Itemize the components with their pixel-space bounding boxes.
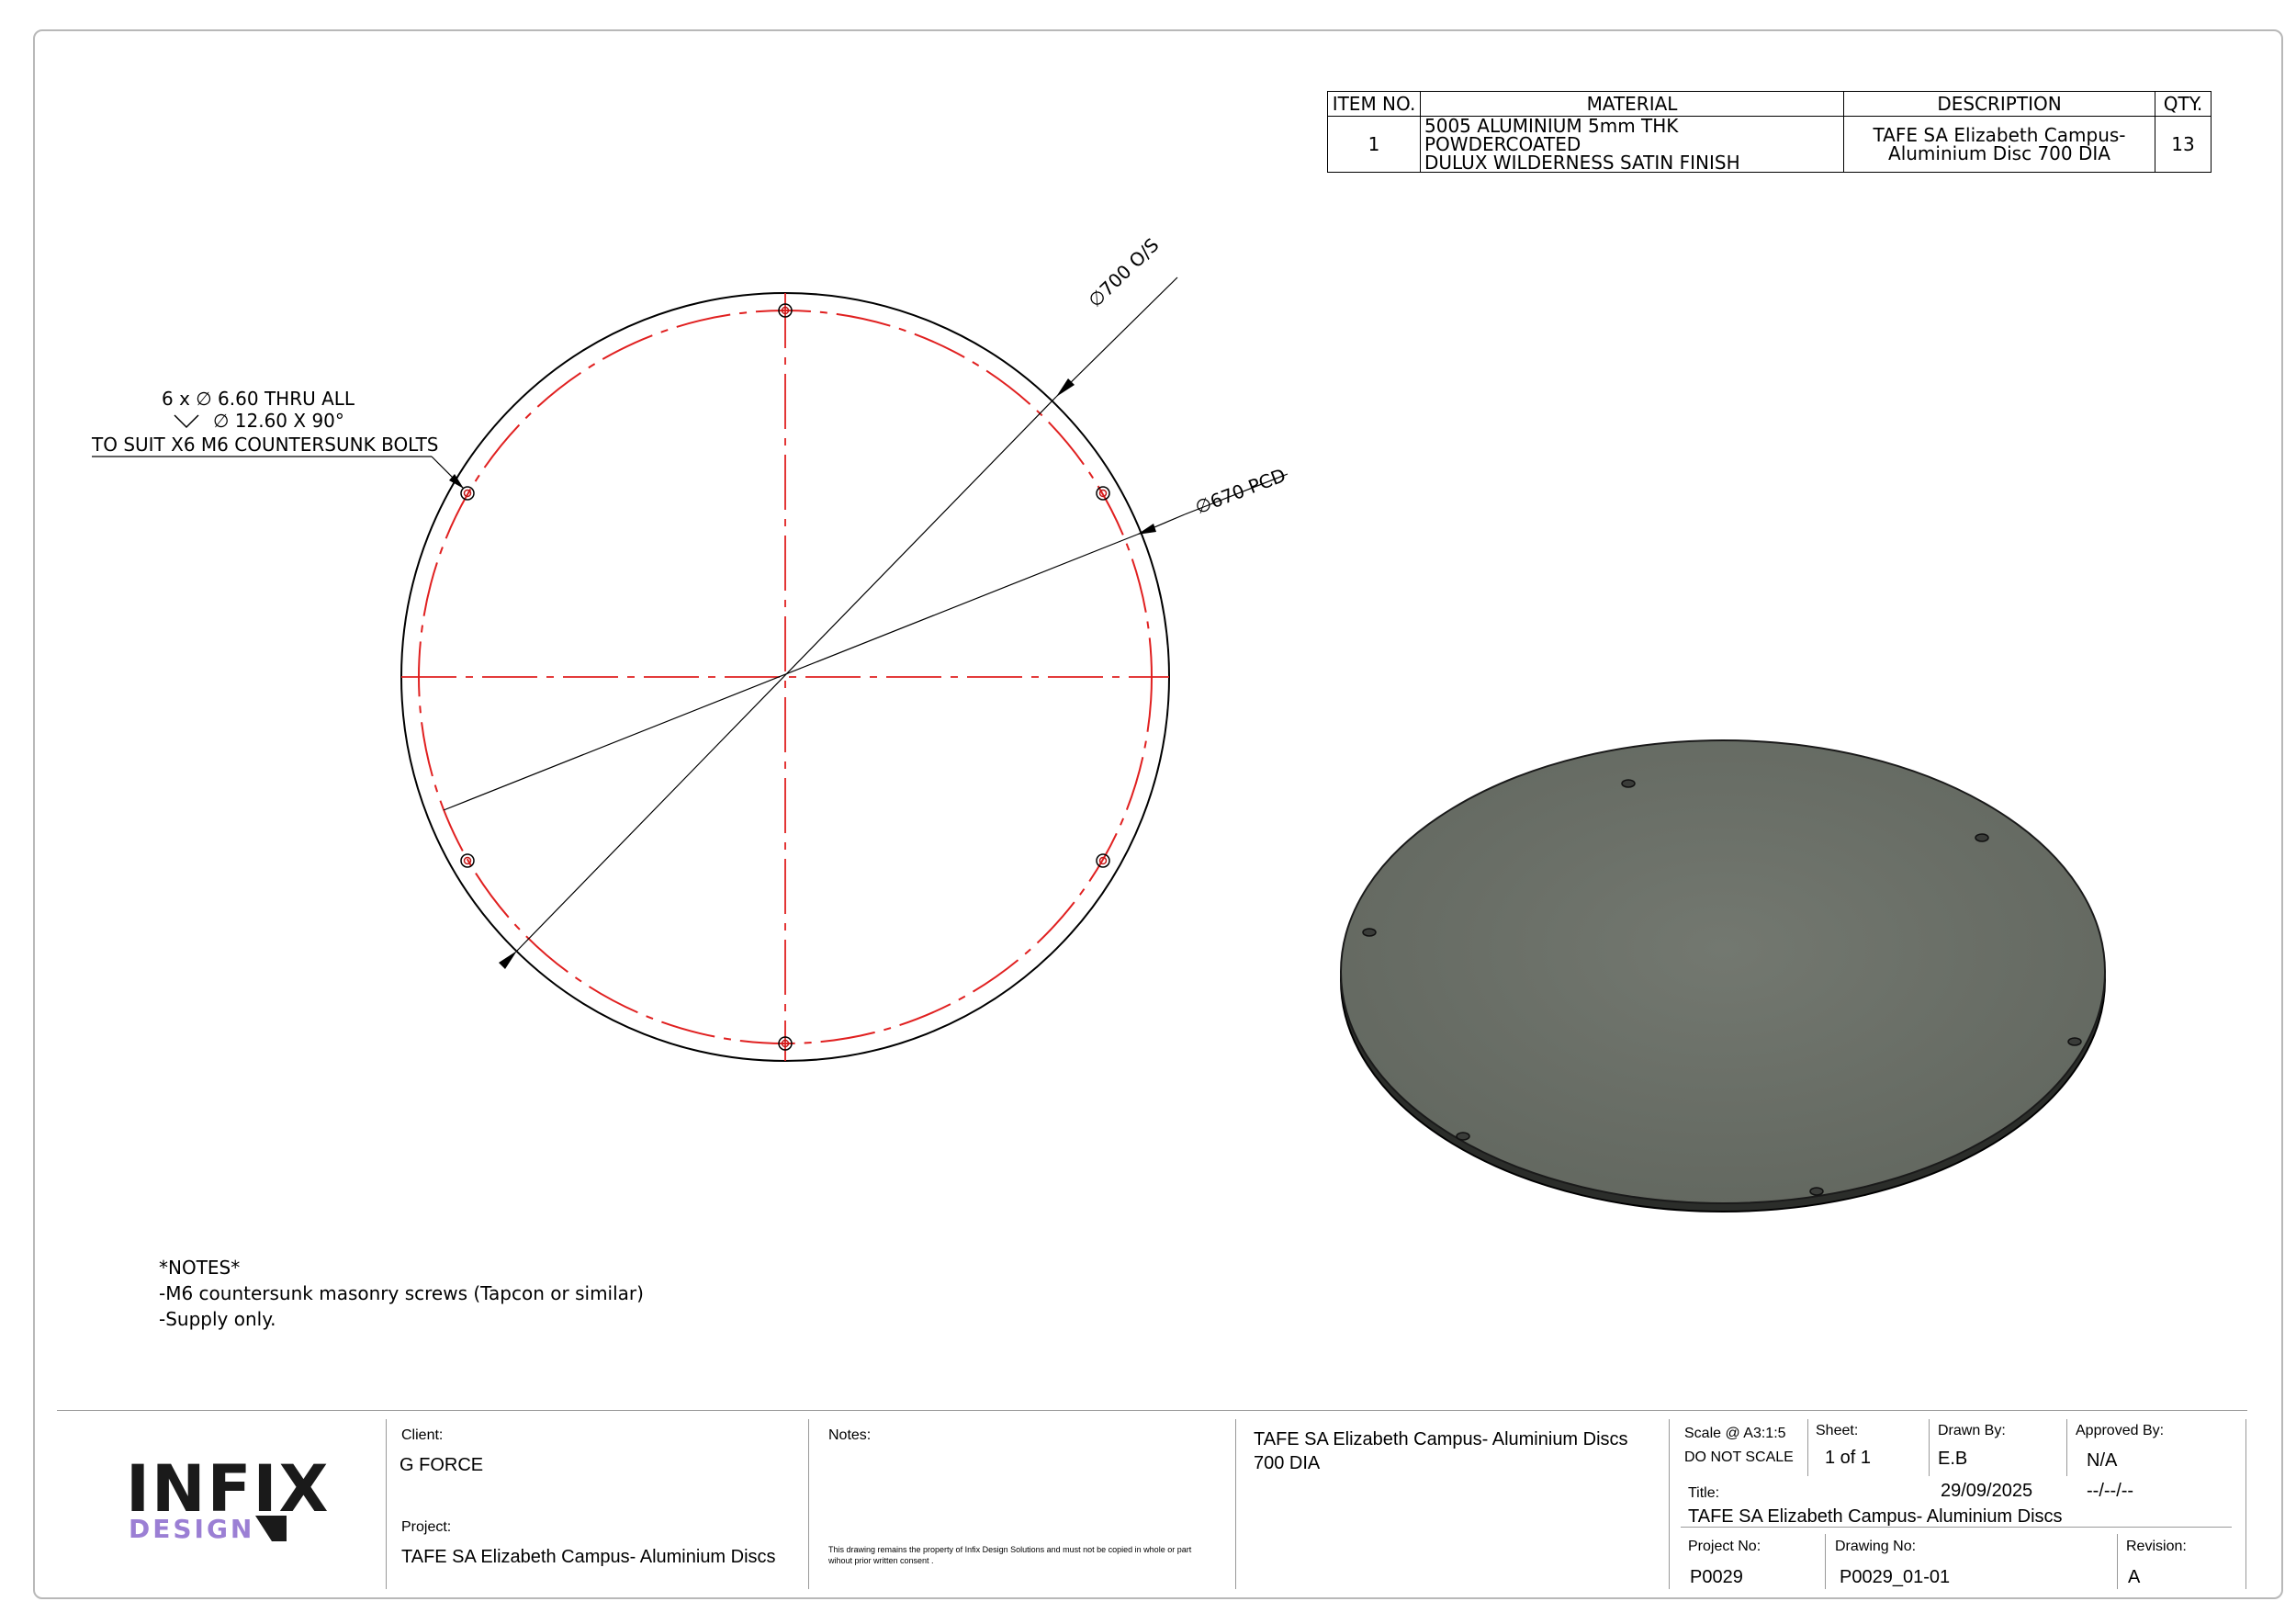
approved-by-value: N/A bbox=[2087, 1450, 2118, 1471]
sheet-label: Sheet: bbox=[1816, 1423, 1859, 1438]
notes-disclaimer: This drawing remains the property of Inf… bbox=[828, 1545, 1192, 1565]
scale-label: Scale @ A3:1:5 bbox=[1684, 1426, 1786, 1441]
do-not-scale-label: DO NOT SCALE bbox=[1684, 1449, 1794, 1465]
drawn-by-value: E.B bbox=[1938, 1449, 1968, 1469]
notes-label: Notes: bbox=[828, 1427, 872, 1443]
approved-by-label: Approved By: bbox=[2076, 1423, 2165, 1438]
sheet-value: 1 of 1 bbox=[1825, 1448, 1872, 1468]
project-label: Project: bbox=[401, 1519, 452, 1535]
project-no-label: Project No: bbox=[1688, 1539, 1761, 1554]
drawn-by-label: Drawn By: bbox=[1938, 1423, 2006, 1438]
revision-value: A bbox=[2128, 1567, 2141, 1587]
drawing-no-label: Drawing No: bbox=[1835, 1539, 1917, 1554]
project-no-value: P0029 bbox=[1690, 1567, 1743, 1587]
infix-logo-mark bbox=[255, 1516, 287, 1541]
drawing-no-value: P0029_01-01 bbox=[1840, 1567, 1951, 1587]
client-label: Client: bbox=[401, 1427, 444, 1443]
drawing-desc-line1: TAFE SA Elizabeth Campus- Aluminium Disc… bbox=[1254, 1429, 1628, 1449]
approved-date: --/--/-- bbox=[2087, 1481, 2134, 1501]
drawn-date: 29/09/2025 bbox=[1941, 1481, 2033, 1501]
drawing-desc-line2: 700 DIA bbox=[1254, 1453, 1321, 1473]
revision-label: Revision: bbox=[2126, 1539, 2187, 1554]
title-value: TAFE SA Elizabeth Campus- Aluminium Disc… bbox=[1688, 1506, 2063, 1527]
client-value: G FORCE bbox=[400, 1455, 484, 1475]
title-label: Title: bbox=[1688, 1485, 1720, 1501]
project-value: TAFE SA Elizabeth Campus- Aluminium Disc… bbox=[401, 1547, 776, 1567]
